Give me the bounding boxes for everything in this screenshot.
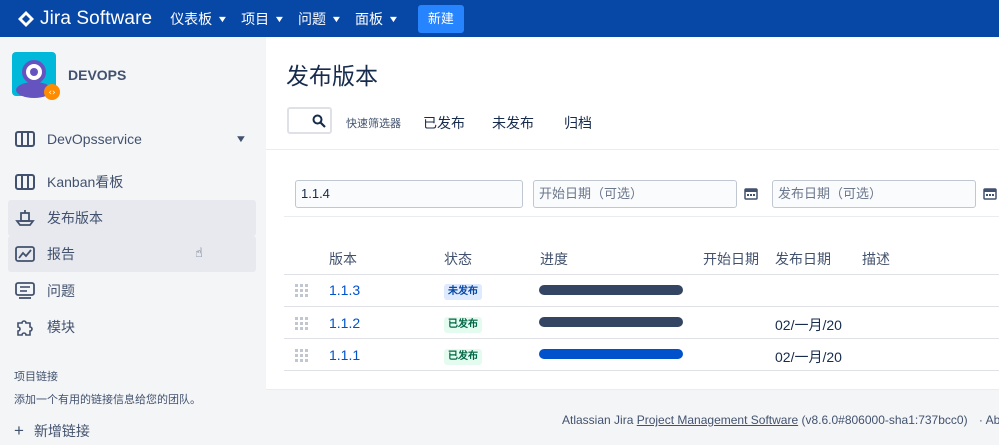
jira-logo[interactable]: Jira Software — [18, 8, 152, 30]
drag-handle-icon[interactable] — [294, 348, 308, 362]
progress-bar — [539, 285, 683, 295]
quick-filter-label: 快速筛选器 — [346, 118, 401, 130]
board-icon — [14, 128, 36, 150]
sidebar-item-board-selector[interactable]: DevOpsservice ▼ — [8, 121, 256, 157]
filter-archived[interactable]: 归档 — [564, 113, 592, 133]
search-icon — [312, 114, 326, 128]
version-link[interactable]: 1.1.2 — [329, 315, 360, 331]
sidebar-item-label: DevOpsservice — [47, 131, 142, 147]
mouse-cursor-icon: ☝ — [195, 245, 203, 260]
puzzle-icon — [14, 316, 36, 338]
table-divider — [284, 370, 999, 371]
chart-icon — [14, 243, 36, 265]
board-icon — [14, 171, 36, 193]
add-link-label: 新增链接 — [33, 423, 90, 439]
footer-trailing: · Ab — [978, 413, 999, 427]
sidebar-item-label: 发布版本 — [47, 210, 103, 226]
search-input[interactable] — [287, 107, 332, 134]
sidebar-item-components[interactable]: 模块 — [8, 309, 256, 345]
project-header[interactable]: ‹› DEVOPS — [12, 52, 126, 100]
nav-label: 项目 — [241, 10, 270, 27]
header-description: 描述 — [862, 251, 890, 267]
create-button[interactable]: 新建 — [417, 4, 464, 33]
nav-dashboards[interactable]: 仪表板 ▼ — [170, 9, 229, 29]
sidebar-item-label: 报告 — [47, 246, 75, 262]
project-name: DEVOPS — [68, 67, 127, 83]
sidebar-item-label: 模块 — [47, 319, 75, 335]
divider — [284, 216, 999, 217]
nav-projects[interactable]: 项目 ▼ — [241, 9, 286, 29]
sidebar-item-reports[interactable]: 报告 ☝ — [8, 236, 256, 272]
jira-logo-icon — [18, 10, 34, 27]
nav-boards[interactable]: 面板 ▼ — [354, 9, 400, 29]
header-progress: 进度 — [540, 251, 568, 267]
release-date: 02/一月/20 — [775, 317, 842, 333]
release-date: 02/一月/20 — [775, 349, 842, 365]
progress-bar — [539, 317, 683, 327]
project-avatar-icon: ‹› — [12, 52, 60, 100]
calendar-icon[interactable] — [983, 187, 997, 200]
sidebar-item-label: Kanban看板 — [47, 174, 124, 190]
header-status: 状态 — [444, 251, 472, 267]
footer-text: Atlassian Jira Project Management Softwa… — [562, 413, 999, 427]
project-avatar: ‹› — [12, 52, 60, 100]
table-divider — [284, 338, 999, 339]
chevron-down-icon: ▼ — [330, 13, 343, 24]
header-release-date: 发布日期 — [775, 251, 831, 267]
nav-label: 面板 — [354, 10, 383, 27]
plus-icon: + — [14, 421, 24, 440]
nav-issues[interactable]: 问题 ▼ — [298, 9, 343, 29]
chevron-down-icon: ▼ — [273, 13, 286, 24]
main-content: 发布版本 快速筛选器 已发布 未发布 归档 1.1.4 开始日期（可选） 发布日… — [266, 37, 999, 445]
issues-icon — [14, 280, 36, 302]
version-link[interactable]: 1.1.1 — [329, 347, 360, 363]
sidebar-item-label: 问题 — [47, 283, 75, 299]
sidebar-item-releases[interactable]: 发布版本 — [8, 200, 256, 236]
table-divider — [284, 274, 999, 275]
svg-text:‹›: ‹› — [48, 88, 55, 98]
version-name-field[interactable]: 1.1.4 — [295, 180, 523, 208]
version-link[interactable]: 1.1.3 — [329, 282, 360, 298]
header-start-date: 开始日期 — [703, 251, 759, 267]
ship-icon — [14, 207, 36, 229]
start-date-field[interactable]: 开始日期（可选） — [533, 180, 737, 208]
chevron-down-icon: ▼ — [234, 133, 248, 145]
page-title: 发布版本 — [286, 63, 378, 89]
nav-label: 仪表板 — [170, 10, 213, 27]
header-version: 版本 — [329, 251, 357, 267]
logo-text: Jira Software — [40, 7, 153, 29]
project-sidebar: ‹› DEVOPS DevOpsservice ▼ Kanban看板 发布版本 … — [0, 37, 266, 445]
project-links-description: 添加一个有用的链接信息给您的团队。 — [14, 394, 201, 406]
project-links-title: 项目链接 — [14, 371, 58, 383]
top-navigation-bar: Jira Software 仪表板 ▼ 项目 ▼ 问题 ▼ 面板 ▼ 新建 — [0, 0, 999, 37]
drag-handle-icon[interactable] — [294, 316, 308, 330]
drag-handle-icon[interactable] — [294, 283, 308, 297]
add-link-button[interactable]: + 新增链接 — [14, 421, 90, 441]
table-divider — [284, 306, 999, 307]
calendar-icon[interactable] — [744, 187, 758, 200]
filter-released[interactable]: 已发布 — [423, 113, 465, 133]
status-badge: 未发布 — [444, 284, 482, 300]
footer-prefix: Atlassian Jira — [562, 413, 637, 427]
main-nav: 仪表板 ▼ 项目 ▼ 问题 ▼ 面板 ▼ 新建 — [170, 4, 464, 33]
release-date-field[interactable]: 发布日期（可选） — [772, 180, 976, 208]
filter-unreleased[interactable]: 未发布 — [492, 113, 534, 133]
sidebar-item-issues[interactable]: 问题 — [8, 273, 256, 309]
chevron-down-icon: ▼ — [387, 13, 400, 24]
footer-version: (v8.6.0#806000-sha1:737bcc0) — [798, 413, 968, 427]
status-badge: 已发布 — [444, 349, 482, 365]
footer-link[interactable]: Project Management Software — [637, 413, 798, 427]
progress-bar — [539, 349, 683, 359]
chevron-down-icon: ▼ — [216, 13, 229, 24]
nav-label: 问题 — [298, 10, 327, 27]
sidebar-item-kanban[interactable]: Kanban看板 — [8, 164, 256, 200]
divider — [266, 149, 999, 150]
status-badge: 已发布 — [444, 317, 482, 333]
